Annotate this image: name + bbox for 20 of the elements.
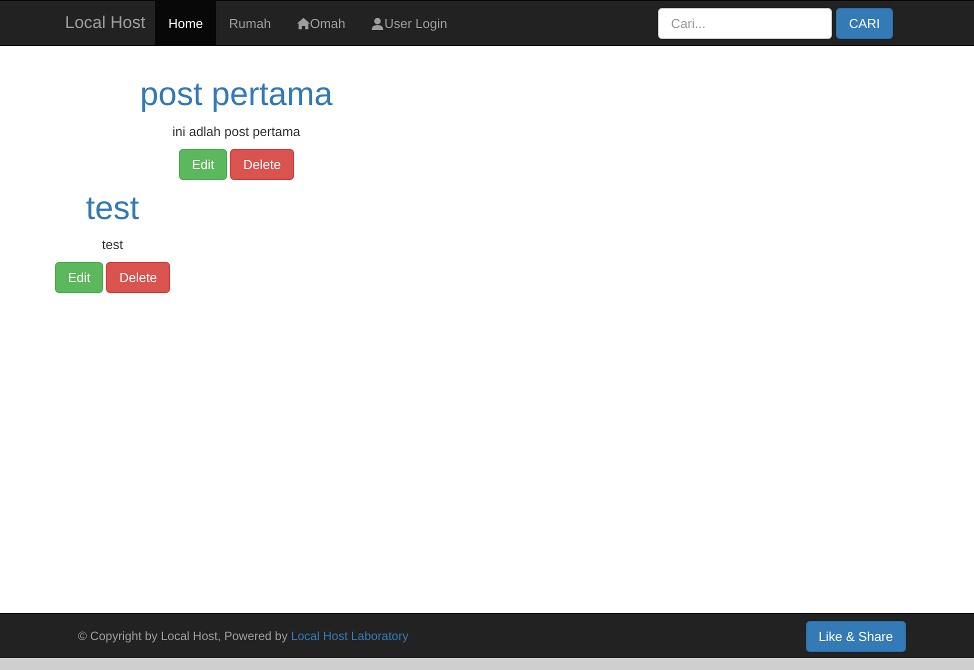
post-body: test (102, 237, 123, 252)
nav-link[interactable]: Rumah (216, 1, 284, 45)
nav-link[interactable]: Omah (284, 1, 358, 45)
post-title: test (86, 188, 140, 228)
nav-link[interactable]: User Login (358, 1, 460, 45)
nav-link[interactable]: Home (155, 1, 216, 45)
edit-button[interactable]: Edit (178, 148, 228, 180)
home-icon (296, 16, 310, 30)
post-title: post pertama (140, 74, 333, 114)
post-body: ini adlah post pertama (172, 124, 300, 139)
search-field[interactable]: Cari... (658, 8, 832, 38)
delete-button[interactable]: Delete (106, 262, 170, 294)
edit-button[interactable]: Edit (55, 262, 104, 294)
delete-button[interactable]: Delete (230, 148, 294, 180)
footer-link[interactable]: Local Host Laboratory (290, 629, 408, 643)
brand[interactable]: Local Host (55, 1, 156, 45)
search-button[interactable]: CARI (836, 8, 893, 38)
user-icon (371, 16, 384, 30)
copyright-text: © Copyright by Local Host, Powered by Local Host Laboratory (78, 629, 408, 643)
like-share-button[interactable]: Like & Share (806, 620, 906, 652)
